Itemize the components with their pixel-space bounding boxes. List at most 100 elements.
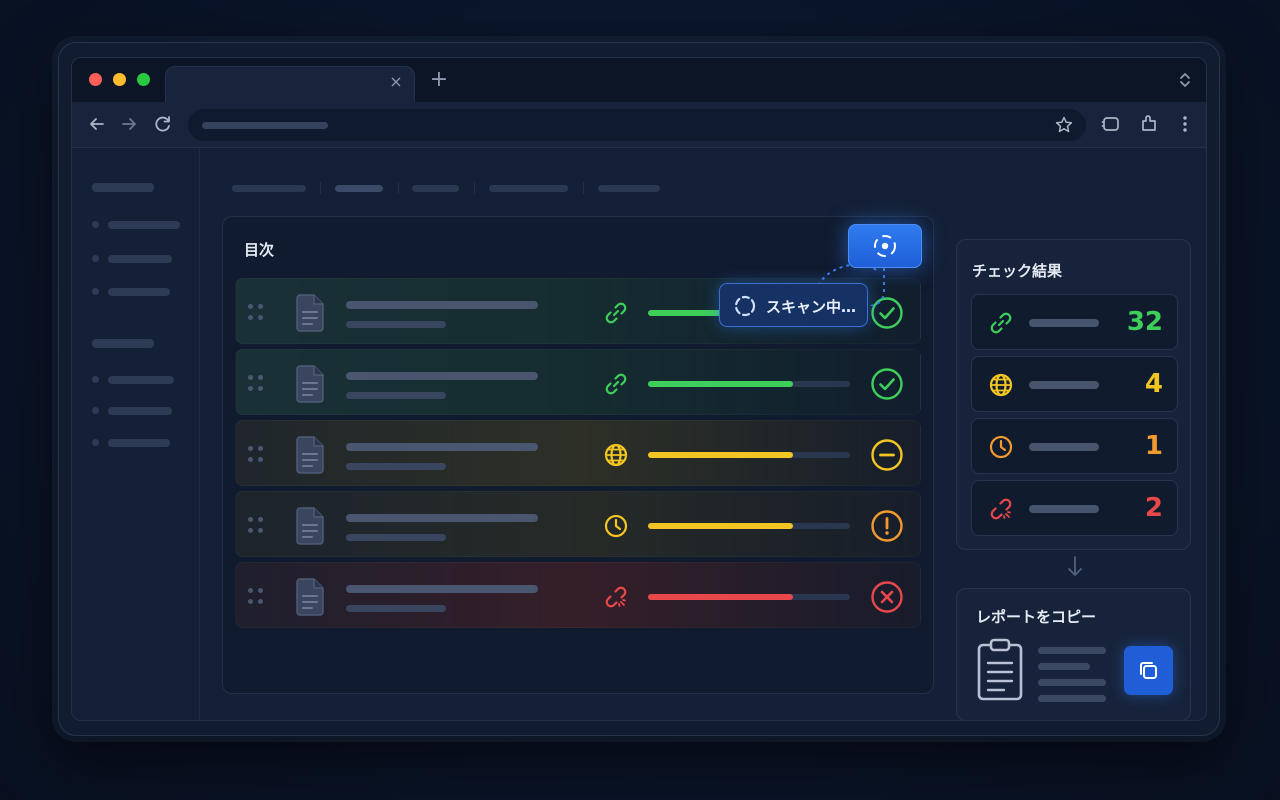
- report-line: [1038, 647, 1106, 654]
- breadcrumb-item[interactable]: [335, 185, 383, 192]
- close-window-button[interactable]: [89, 73, 102, 86]
- sidebar-item[interactable]: [108, 221, 180, 229]
- tab-list-chevron-icon[interactable]: [1178, 70, 1192, 90]
- scan-target-icon: [874, 235, 896, 257]
- tab-close-icon[interactable]: ×: [388, 74, 404, 90]
- sidebar: [72, 148, 200, 720]
- breadcrumb-item[interactable]: [598, 185, 660, 192]
- document-icon-wrap: [294, 365, 326, 403]
- globe-icon: [989, 373, 1013, 397]
- breadcrumb-item[interactable]: [489, 185, 568, 192]
- row-status-icon-wrap: [602, 583, 630, 611]
- clipboard-icon: [977, 638, 1023, 701]
- row-progress-track: [648, 523, 850, 529]
- breadcrumb-separator: [474, 182, 475, 194]
- minus-circle-icon: [871, 439, 903, 471]
- address-bar[interactable]: [188, 109, 1086, 141]
- link-icon: [605, 302, 627, 324]
- sidebar-item[interactable]: [108, 255, 172, 263]
- puzzle-icon[interactable]: [1138, 113, 1160, 135]
- result-label-placeholder: [1029, 505, 1099, 513]
- result-count: 2: [1144, 493, 1163, 523]
- globe-icon: [604, 443, 628, 467]
- row-subtitle-placeholder: [346, 392, 446, 399]
- breadcrumb-item[interactable]: [412, 185, 459, 192]
- drag-handle-icon[interactable]: [248, 517, 266, 535]
- copy-report-button[interactable]: [1124, 646, 1173, 695]
- maximize-window-button[interactable]: [137, 73, 150, 86]
- result-label-placeholder: [1029, 319, 1099, 327]
- toc-row[interactable]: [235, 349, 921, 415]
- new-tab-button[interactable]: +: [429, 69, 449, 91]
- clock-icon: [989, 435, 1013, 459]
- scan-status-label: スキャン中…: [766, 298, 857, 316]
- row-status-icon-wrap: [602, 299, 630, 327]
- sidebar-item[interactable]: [108, 439, 170, 447]
- row-status-icon-wrap: [602, 441, 630, 469]
- browser-toolbar: [72, 102, 1206, 148]
- minimize-window-button[interactable]: [113, 73, 126, 86]
- result-card[interactable]: 1: [971, 418, 1178, 474]
- scan-status-badge: スキャン中…: [719, 283, 868, 327]
- row-title-placeholder: [346, 443, 538, 451]
- sidebar-bullet: [92, 221, 99, 228]
- drag-handle-icon[interactable]: [248, 375, 266, 393]
- row-result-icon-wrap: [870, 367, 904, 401]
- drag-handle-icon[interactable]: [248, 304, 266, 322]
- arrow-down-icon: [1068, 556, 1082, 576]
- scan-button[interactable]: [848, 224, 922, 268]
- toc-row[interactable]: [235, 491, 921, 557]
- star-icon[interactable]: [1054, 115, 1074, 135]
- extension-icon[interactable]: [1100, 113, 1122, 135]
- x-circle-icon: [871, 581, 903, 613]
- browser-frame: × + 目次 スキャン中… チェック結果 32 4 1 2 レポートをコピー: [71, 57, 1207, 721]
- browser-window: × + 目次 スキャン中… チェック結果 32 4 1 2 レポートをコピー: [58, 42, 1220, 736]
- report-line: [1038, 663, 1090, 670]
- row-progress-track: [648, 594, 850, 600]
- spinner-icon: [734, 295, 756, 317]
- row-result-icon-wrap: [870, 438, 904, 472]
- result-count: 4: [1144, 369, 1163, 399]
- result-count: 1: [1144, 431, 1163, 461]
- report-line: [1038, 695, 1106, 702]
- back-icon[interactable]: [86, 113, 108, 135]
- row-title-placeholder: [346, 514, 538, 522]
- sidebar-item[interactable]: [108, 288, 170, 296]
- link-icon: [990, 312, 1012, 334]
- document-icon: [296, 294, 324, 332]
- row-progress-fill: [648, 381, 794, 387]
- breadcrumb-separator: [320, 182, 321, 194]
- breadcrumb-separator: [583, 182, 584, 194]
- sidebar-item[interactable]: [108, 407, 172, 415]
- row-status-icon-wrap: [602, 512, 630, 540]
- exclamation-circle-icon: [871, 510, 903, 542]
- result-card[interactable]: 4: [971, 356, 1178, 412]
- drag-handle-icon[interactable]: [248, 588, 266, 606]
- toc-row[interactable]: [235, 562, 921, 628]
- toc-row[interactable]: [235, 420, 921, 486]
- forward-icon[interactable]: [118, 113, 140, 135]
- document-icon: [296, 365, 324, 403]
- copy-report-title: レポートをコピー: [976, 608, 1097, 626]
- document-icon: [296, 436, 324, 474]
- breadcrumb-separator: [398, 182, 399, 194]
- copy-report-panel: レポートをコピー: [956, 588, 1191, 720]
- reload-icon[interactable]: [152, 113, 174, 135]
- browser-tab[interactable]: ×: [165, 66, 415, 104]
- drag-handle-icon[interactable]: [248, 446, 266, 464]
- broken-link-icon: [990, 498, 1012, 520]
- check-circle-icon: [871, 368, 903, 400]
- breadcrumb-item[interactable]: [232, 185, 306, 192]
- page-content: 目次 スキャン中… チェック結果 32 4 1 2 レポートをコピー: [72, 148, 1206, 720]
- row-title-placeholder: [346, 301, 538, 309]
- sidebar-bullet: [92, 288, 99, 295]
- check-results-panel: チェック結果 32 4 1 2: [956, 239, 1191, 550]
- menu-kebab-icon[interactable]: [1174, 113, 1196, 135]
- result-card[interactable]: 32: [971, 294, 1178, 350]
- document-icon: [296, 507, 324, 545]
- result-card[interactable]: 2: [971, 480, 1178, 536]
- row-progress-fill: [648, 452, 794, 458]
- broken-link-icon: [605, 586, 627, 608]
- sidebar-heading: [92, 183, 154, 192]
- sidebar-item[interactable]: [108, 376, 174, 384]
